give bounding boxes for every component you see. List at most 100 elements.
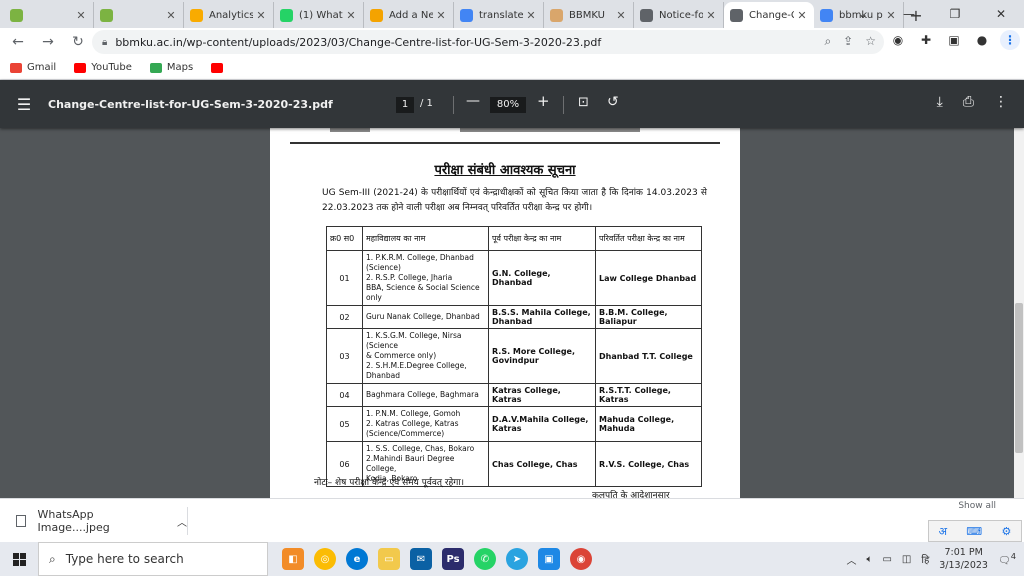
- zoom-icon[interactable]: ⌕: [824, 34, 831, 49]
- fit-page-icon[interactable]: ⊡: [578, 95, 589, 110]
- close-tab-icon[interactable]: ✕: [796, 9, 808, 22]
- close-tab-icon[interactable]: ✕: [435, 9, 447, 22]
- close-tab-icon[interactable]: ✕: [525, 9, 537, 22]
- whatsapp-icon[interactable]: ✆: [474, 548, 496, 570]
- window-controls: ⌄ — ❐ ✕: [840, 0, 1024, 28]
- photoshop-icon[interactable]: Ps: [442, 548, 464, 570]
- bookmark-item[interactable]: Gmail: [10, 62, 56, 73]
- chrome-icon[interactable]: ◎: [314, 548, 336, 570]
- scrollbar[interactable]: [1014, 128, 1024, 498]
- notice-note: नोटः– शेष परीक्षा केन्द्र एवं समय पूर्वव…: [314, 478, 465, 488]
- side-panel-icon[interactable]: ▣: [944, 30, 964, 50]
- tab[interactable]: BBMKU ✕: [544, 2, 634, 28]
- bookmarks-bar: Gmail YouTube Maps: [0, 56, 1024, 80]
- close-tab-icon[interactable]: ✕: [615, 9, 627, 22]
- address-bar[interactable]: 🔒︎ bbmku.ac.in/wp-content/uploads/2023/0…: [92, 30, 884, 54]
- zoom-out-button[interactable]: —: [466, 93, 480, 109]
- file-icon: [16, 515, 26, 527]
- tab[interactable]: translate ✕: [454, 2, 544, 28]
- tab[interactable]: Add a Ne ✕: [364, 2, 454, 28]
- rotate-icon[interactable]: ↺: [607, 94, 619, 110]
- speaker-icon[interactable]: 🔈︎: [866, 554, 872, 565]
- more-options-icon[interactable]: ⋮: [994, 94, 1008, 110]
- taskbar: ⌕ Type here to search ◧ ◎ e ▭ ✉ Ps ✆ ➤ ▣…: [0, 542, 1024, 576]
- start-button[interactable]: [0, 542, 38, 576]
- widgets-icon[interactable]: ◧: [282, 548, 304, 570]
- previous-centre: G.N. College, Dhanbad: [488, 250, 596, 306]
- close-window-button[interactable]: ✕: [978, 0, 1024, 28]
- minimize-button[interactable]: —: [886, 0, 932, 28]
- tab[interactable]: Analytics ✕: [184, 2, 274, 28]
- previous-centre: B.S.S. Mahila College, Dhanbad: [488, 305, 596, 329]
- extension-icon[interactable]: ◉: [888, 30, 908, 50]
- profile-avatar[interactable]: ●: [972, 30, 992, 50]
- back-button[interactable]: ←: [6, 30, 30, 54]
- restore-button[interactable]: ❐: [932, 0, 978, 28]
- close-tab-icon[interactable]: ✕: [165, 9, 177, 22]
- close-tab-icon[interactable]: ✕: [255, 9, 267, 22]
- close-tab-icon[interactable]: ✕: [75, 9, 87, 22]
- clock[interactable]: 7:01 PM 3/13/2023: [939, 546, 988, 572]
- edge-icon[interactable]: e: [346, 548, 368, 570]
- divider: [453, 96, 454, 114]
- download-shelf: WhatsApp Image....jpeg ︿ Show all: [0, 498, 1024, 542]
- ime-toolbar[interactable]: अ ⌨ ⚙: [928, 520, 1022, 542]
- download-item[interactable]: WhatsApp Image....jpeg ︿: [10, 507, 188, 535]
- store-icon[interactable]: ▣: [538, 548, 560, 570]
- tab-label: Analytics: [209, 9, 253, 21]
- battery-icon[interactable]: ▭: [882, 554, 891, 565]
- windows-icon: [12, 552, 26, 566]
- tab[interactable]: Change-C ✕: [724, 2, 814, 28]
- bookmark-star-icon[interactable]: ☆: [865, 34, 876, 49]
- taskbar-search[interactable]: ⌕ Type here to search: [38, 542, 268, 576]
- page-number-input[interactable]: 1: [396, 97, 414, 113]
- language-icon[interactable]: हि: [921, 552, 929, 566]
- forward-button[interactable]: →: [36, 30, 60, 54]
- tab[interactable]: ✕: [94, 2, 184, 28]
- show-all-link[interactable]: Show all: [958, 501, 996, 511]
- chrome-active-icon[interactable]: ◉: [570, 548, 592, 570]
- mail-icon[interactable]: ✉: [410, 548, 432, 570]
- close-tab-icon[interactable]: ✕: [705, 9, 717, 22]
- college-line: 1. S.S. College, Chas, Bokaro: [366, 444, 475, 453]
- scrollbar-thumb[interactable]: [1015, 303, 1023, 453]
- print-icon[interactable]: ⎙: [963, 94, 974, 110]
- puzzle-icon[interactable]: ✚: [916, 30, 936, 50]
- tab-favicon-icon: [640, 8, 653, 22]
- table-row: 02 Guru Nanak College, Dhanbad B.S.S. Mahi…: [326, 305, 702, 329]
- bookmark-icon: [211, 62, 224, 73]
- notification-icon[interactable]: 🗨︎4: [998, 551, 1016, 566]
- menu-icon[interactable]: ☰: [0, 95, 48, 114]
- tab[interactable]: ✕: [4, 2, 94, 28]
- share-icon[interactable]: ⇪: [843, 34, 853, 49]
- more-menu-icon[interactable]: ⋮: [1000, 30, 1020, 50]
- tab[interactable]: (1) What ✕: [274, 2, 364, 28]
- tab[interactable]: Notice-fo ✕: [634, 2, 724, 28]
- tab-strip: ✕ ✕ Analytics ✕ (1) What ✕ Add a Ne ✕ translate ✕…: [0, 0, 1024, 28]
- ime-language-icon[interactable]: अ: [939, 524, 947, 539]
- file-explorer-icon[interactable]: ▭: [378, 548, 400, 570]
- chevron-up-icon[interactable]: ︿: [846, 552, 856, 567]
- zoom-in-button[interactable]: +: [537, 92, 550, 110]
- college-cell: 1. P.N.M. College, Gomoh 2. Katras Colleg…: [362, 406, 489, 442]
- bookmark-item[interactable]: [211, 62, 228, 73]
- reload-button[interactable]: ↻: [66, 30, 90, 54]
- download-icon[interactable]: ⤓: [937, 94, 943, 110]
- tab-favicon-icon: [190, 8, 203, 22]
- notice-heading: परीक्षा संबंधी आवश्यक सूचना: [434, 163, 576, 178]
- taskbar-apps: ◧ ◎ e ▭ ✉ Ps ✆ ➤ ▣ ◉: [282, 548, 592, 570]
- chevron-up-icon[interactable]: ︿: [177, 514, 187, 529]
- settings-icon[interactable]: ⚙: [1001, 525, 1011, 538]
- network-icon[interactable]: ◫: [902, 554, 911, 565]
- tab-favicon-icon: [550, 8, 563, 22]
- close-tab-icon[interactable]: ✕: [345, 9, 357, 22]
- bookmark-item[interactable]: YouTube: [74, 62, 132, 73]
- college-line: Baghmara College, Baghmara: [366, 390, 479, 399]
- url-text: bbmku.ac.in/wp-content/uploads/2023/03/C…: [115, 35, 602, 49]
- bookmark-item[interactable]: Maps: [149, 62, 193, 73]
- college-line: 1. P.K.R.M. College, Dhanbad: [366, 253, 474, 262]
- keyboard-icon[interactable]: ⌨: [966, 525, 982, 538]
- telegram-icon[interactable]: ➤: [506, 548, 528, 570]
- zoom-input[interactable]: 80%: [490, 97, 526, 113]
- tab-search-button[interactable]: ⌄: [840, 0, 886, 28]
